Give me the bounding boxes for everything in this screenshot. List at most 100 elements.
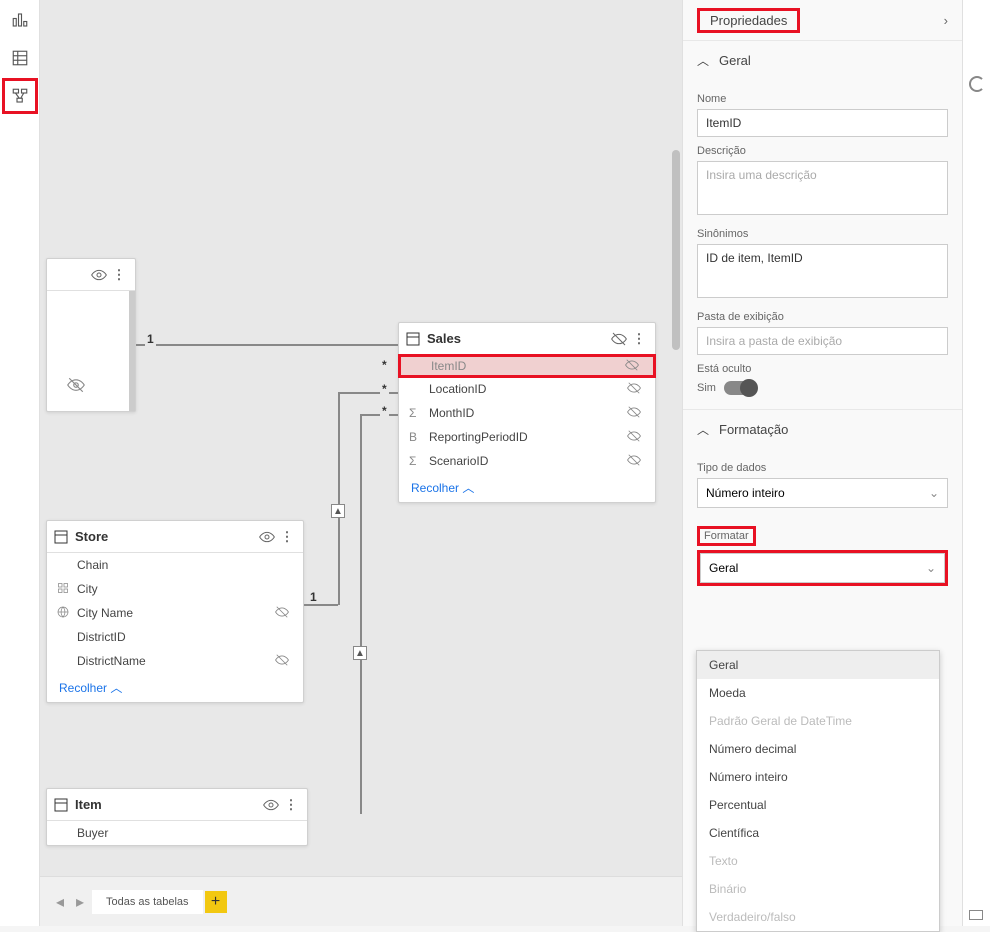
eye-icon[interactable] <box>89 267 109 283</box>
synonyms-label: Sinônimos <box>697 228 948 240</box>
field-row[interactable]: DistrictID <box>47 625 303 649</box>
model-canvas[interactable]: ⋮ Sales ⋮ ItemID LocationID ΣMonthID BRe… <box>40 0 682 876</box>
eye-icon[interactable] <box>257 529 277 545</box>
table-card-collapsed[interactable]: ⋮ <box>46 258 136 412</box>
hidden-icon <box>627 381 645 398</box>
hidden-icon <box>625 358 643 375</box>
description-input[interactable] <box>697 161 948 215</box>
field-row[interactable]: Buyer <box>47 821 307 845</box>
display-folder-label: Pasta de exibição <box>697 311 948 323</box>
collapse-link[interactable]: Recolher ︿ <box>47 673 303 702</box>
next-tab-icon[interactable]: ▸ <box>70 892 90 912</box>
section-general[interactable]: ︿ Geral <box>683 41 962 79</box>
vertical-scrollbar[interactable] <box>672 0 680 876</box>
chevron-up-icon: ︿ <box>110 681 122 695</box>
more-icon[interactable]: ⋮ <box>629 331 649 347</box>
is-hidden-toggle[interactable] <box>724 381 756 395</box>
more-icon[interactable]: ⋮ <box>277 529 297 545</box>
field-row[interactable]: BReportingPeriodID <box>399 425 655 449</box>
loading-icon <box>969 76 985 92</box>
field-row[interactable]: City <box>47 577 303 601</box>
collapse-link[interactable]: Recolher ︿ <box>399 473 655 502</box>
table-icon <box>53 797 69 813</box>
relationship-line[interactable] <box>360 414 398 416</box>
add-tab-button[interactable]: + <box>205 891 227 913</box>
relationship-line[interactable] <box>338 392 340 605</box>
data-view-icon[interactable] <box>2 40 38 76</box>
format-option: Padrão Geral de DateTime <box>697 707 939 735</box>
format-option: Texto <box>697 847 939 875</box>
chevron-down-icon: ⌄ <box>929 486 939 500</box>
filter-direction-icon: ▲ <box>353 646 367 660</box>
field-row[interactable]: ΣMonthID <box>399 401 655 425</box>
focus-mode-icon[interactable] <box>969 910 983 920</box>
cardinality-many: * <box>380 382 389 396</box>
filter-direction-icon: ▲ <box>331 504 345 518</box>
chevron-up-icon: ︿ <box>697 52 709 69</box>
description-label: Descrição <box>697 145 948 157</box>
far-right-strip <box>962 0 990 926</box>
left-toolbar <box>0 0 40 926</box>
format-option[interactable]: Número inteiro <box>697 763 939 791</box>
prev-tab-icon[interactable]: ◂ <box>50 892 70 912</box>
field-row[interactable]: City Name <box>47 601 303 625</box>
table-icon <box>405 331 421 347</box>
collapse-panel-icon[interactable]: › <box>944 13 948 28</box>
text-icon: B <box>409 430 423 444</box>
cardinality-many: * <box>380 358 389 372</box>
hidden-icon <box>67 376 85 399</box>
format-option[interactable]: Geral <box>697 651 939 679</box>
is-hidden-value: Sim <box>697 382 716 394</box>
display-folder-input[interactable] <box>697 327 948 355</box>
relationship-line[interactable] <box>338 392 398 394</box>
more-icon[interactable]: ⋮ <box>109 267 129 283</box>
table-card-sales[interactable]: Sales ⋮ ItemID LocationID ΣMonthID BRepo… <box>398 322 656 503</box>
field-itemid[interactable]: ItemID <box>398 354 656 378</box>
data-type-select[interactable]: Número inteiro⌄ <box>697 478 948 508</box>
table-card-item[interactable]: Item ⋮ Buyer <box>46 788 308 846</box>
relationship-line[interactable] <box>360 414 362 814</box>
name-input[interactable] <box>697 109 948 137</box>
globe-icon <box>57 606 71 621</box>
format-option[interactable]: Percentual <box>697 791 939 819</box>
sigma-icon: Σ <box>409 406 423 420</box>
hidden-icon[interactable] <box>609 331 629 347</box>
cardinality-one: 1 <box>308 590 319 604</box>
field-row[interactable]: ΣScenarioID <box>399 449 655 473</box>
hidden-icon <box>275 653 293 670</box>
section-formatting[interactable]: ︿ Formatação <box>683 410 962 448</box>
sigma-icon: Σ <box>409 454 423 468</box>
grid-icon <box>57 582 71 597</box>
report-view-icon[interactable] <box>2 2 38 38</box>
format-label: Formatar <box>697 526 756 546</box>
chevron-up-icon: ︿ <box>462 481 474 495</box>
format-select[interactable]: Geral⌄ <box>697 550 948 586</box>
properties-header: Propriedades › <box>683 0 962 40</box>
table-card-store[interactable]: Store ⋮ Chain City City Name DistrictID … <box>46 520 304 703</box>
field-row[interactable]: DistrictName <box>47 649 303 673</box>
chevron-down-icon: ⌄ <box>926 561 936 575</box>
field-row[interactable]: LocationID <box>399 377 655 401</box>
field-row[interactable]: Chain <box>47 553 303 577</box>
format-option[interactable]: Número decimal <box>697 735 939 763</box>
format-option[interactable]: Moeda <box>697 679 939 707</box>
is-hidden-label: Está oculto <box>697 363 948 375</box>
eye-icon[interactable] <box>261 797 281 813</box>
table-title: Store <box>75 529 108 544</box>
relationship-line[interactable] <box>304 604 338 606</box>
model-view-icon[interactable] <box>2 78 38 114</box>
relationship-line[interactable] <box>136 344 398 346</box>
more-icon[interactable]: ⋮ <box>281 797 301 813</box>
tab-all-tables[interactable]: Todas as tabelas <box>92 890 203 914</box>
hidden-icon <box>627 453 645 470</box>
format-dropdown[interactable]: GeralMoedaPadrão Geral de DateTimeNúmero… <box>696 650 940 932</box>
synonyms-input[interactable] <box>697 244 948 298</box>
data-type-label: Tipo de dados <box>697 462 948 474</box>
table-title: Sales <box>427 331 461 346</box>
cardinality-one: 1 <box>145 332 156 346</box>
hidden-icon <box>627 405 645 422</box>
hidden-icon <box>275 605 293 622</box>
name-label: Nome <box>697 93 948 105</box>
format-option[interactable]: Científica <box>697 819 939 847</box>
chevron-up-icon: ︿ <box>697 421 709 438</box>
